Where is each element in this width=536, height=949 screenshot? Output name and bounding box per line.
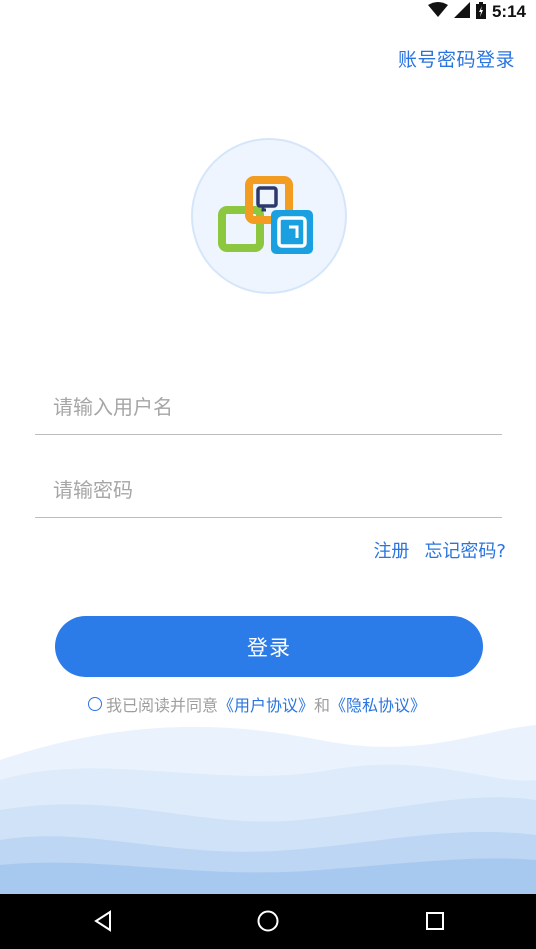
password-field	[35, 463, 502, 518]
password-input[interactable]	[53, 471, 493, 509]
status-icons: 5:14	[427, 1, 526, 23]
app-logo-icon	[218, 176, 313, 254]
status-time: 5:14	[491, 2, 526, 21]
login-screen: 5:14 账号密码登录 注册 忘记密码? 登录	[0, 0, 536, 949]
signal-icon	[453, 2, 470, 22]
status-bar: 5:14	[0, 0, 536, 24]
username-field	[35, 380, 502, 435]
account-password-login-link[interactable]: 账号密码登录	[398, 45, 515, 72]
app-logo	[191, 138, 347, 294]
wifi-icon	[427, 2, 448, 22]
register-link[interactable]: 注册	[373, 537, 409, 563]
forgot-password-link[interactable]: 忘记密码?	[424, 537, 506, 563]
navigation-bar	[0, 894, 536, 949]
auth-links: 注册 忘记密码?	[373, 537, 506, 563]
battery-icon	[475, 1, 486, 23]
home-icon[interactable]	[253, 906, 283, 936]
back-icon[interactable]	[88, 906, 118, 936]
username-input[interactable]	[53, 388, 493, 426]
recents-icon[interactable]	[420, 906, 450, 936]
wave-background	[0, 725, 536, 895]
login-button[interactable]: 登录	[55, 616, 483, 677]
